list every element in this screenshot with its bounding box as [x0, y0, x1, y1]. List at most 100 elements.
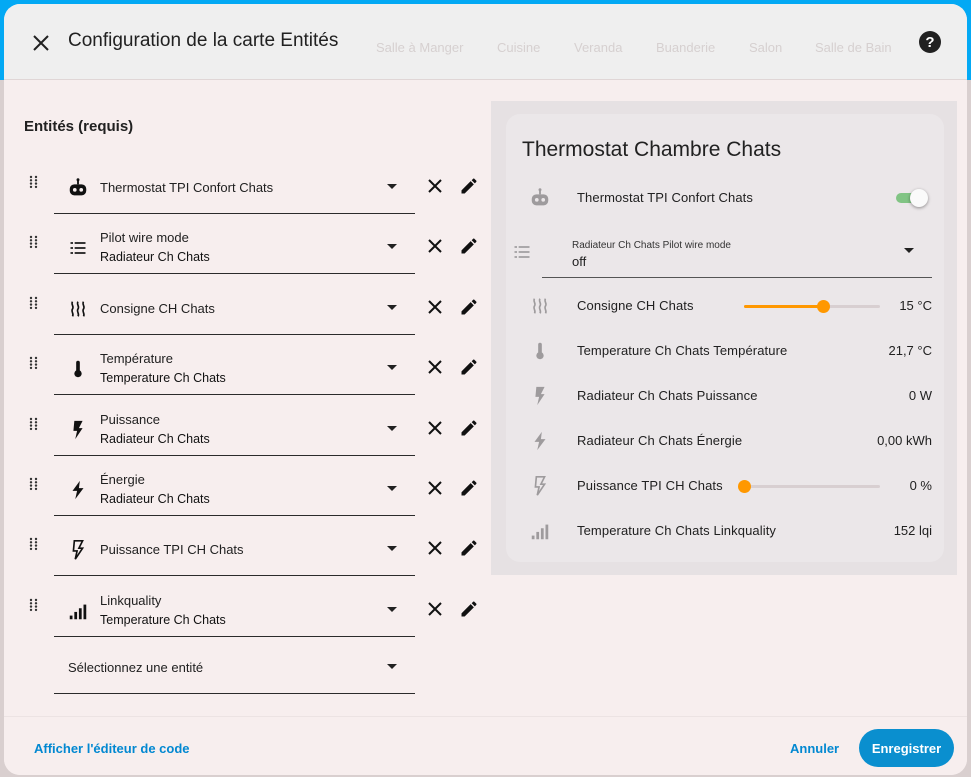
drag-handle-icon[interactable]	[28, 356, 40, 370]
entity-row: Puissance TPI CH Chats	[24, 524, 477, 584]
heat-wave-icon	[528, 294, 552, 318]
help-button[interactable]: ?	[919, 31, 941, 53]
toggle-knob	[910, 189, 928, 207]
drag-handle-icon[interactable]	[28, 175, 40, 189]
chevron-down-icon	[387, 664, 397, 669]
drag-handle-icon[interactable]	[28, 598, 40, 612]
close-icon	[428, 239, 442, 254]
entity-row: Pilot wire mode Radiateur Ch Chats	[24, 222, 477, 282]
chevron-down-icon	[387, 486, 397, 491]
close-button[interactable]	[28, 30, 54, 56]
drag-handle-icon[interactable]	[28, 477, 40, 491]
robot-icon	[528, 186, 552, 210]
cancel-button[interactable]: Annuler	[790, 741, 839, 756]
pencil-icon	[461, 601, 477, 617]
edit-entity-button[interactable]	[457, 174, 481, 198]
edit-entity-button[interactable]	[457, 234, 481, 258]
thermostat-toggle[interactable]	[894, 188, 928, 208]
preview-row-tpi: Puissance TPI CH Chats 0 %	[522, 466, 932, 506]
entity-picker[interactable]: Pilot wire mode Radiateur Ch Chats	[54, 222, 415, 275]
entity-name: Énergie	[100, 472, 145, 487]
chevron-down-icon	[387, 244, 397, 250]
save-button[interactable]: Enregistrer	[859, 729, 954, 767]
dialog-title: Configuration de la carte Entités	[68, 30, 339, 51]
signal-icon	[66, 599, 90, 623]
edit-entity-button[interactable]	[457, 536, 481, 560]
chevron-down-icon	[387, 606, 397, 612]
preview-row-energie: Radiateur Ch Chats Énergie 0,00 kWh	[522, 421, 932, 461]
entity-row: Consigne CH Chats	[24, 283, 477, 343]
bg-tab: Salon	[749, 40, 783, 55]
drag-handle-icon[interactable]	[28, 235, 40, 249]
remove-entity-button[interactable]	[423, 416, 447, 440]
edit-entity-button[interactable]	[457, 355, 481, 379]
entity-picker[interactable]: Linkquality Temperature Ch Chats	[54, 585, 415, 637]
pilot-wire-select[interactable]: Radiateur Ch Chats Pilot wire mode off	[514, 228, 932, 278]
heat-wave-icon	[66, 297, 90, 321]
pencil-icon	[461, 359, 477, 375]
select-entity-picker[interactable]: Sélectionnez une entité	[54, 642, 415, 694]
preview-row-value: 0,00 kWh	[877, 433, 932, 448]
close-icon	[428, 481, 442, 495]
edit-entity-button[interactable]	[457, 295, 481, 319]
select-label: Radiateur Ch Chats Pilot wire mode	[572, 240, 731, 251]
remove-entity-button[interactable]	[423, 597, 447, 621]
preview-row-value: 0 %	[909, 478, 932, 493]
pencil-icon	[461, 178, 477, 194]
pencil-icon	[461, 420, 477, 436]
flash-icon	[528, 384, 552, 408]
entity-picker[interactable]: Consigne CH Chats	[54, 283, 415, 335]
preview-row-value: 152 lqi	[893, 523, 932, 538]
lightning-icon	[66, 478, 90, 502]
close-icon	[428, 420, 442, 435]
edit-entity-button[interactable]	[457, 416, 481, 440]
preview-row-name: Thermostat TPI Confort Chats	[577, 190, 753, 205]
close-icon	[428, 541, 442, 556]
drag-handle-icon[interactable]	[28, 417, 40, 431]
remove-entity-button[interactable]	[423, 234, 447, 258]
entity-device: Radiateur Ch Chats	[100, 431, 210, 446]
tpi-slider[interactable]	[738, 480, 880, 493]
lightning-icon	[528, 429, 552, 453]
section-title: Entités (requis)	[24, 118, 134, 135]
remove-entity-button[interactable]	[423, 174, 447, 198]
bg-tab: Veranda	[574, 40, 623, 55]
preview-row-value: 21,7 °C	[888, 343, 932, 358]
edit-entity-button[interactable]	[457, 476, 481, 500]
entity-picker[interactable]: Puissance TPI CH Chats	[54, 524, 415, 577]
remove-entity-button[interactable]	[423, 295, 447, 319]
remove-entity-button[interactable]	[423, 355, 447, 379]
close-icon	[33, 35, 49, 51]
consigne-slider[interactable]	[744, 300, 880, 313]
entity-row: Thermostat TPI Confort Chats	[24, 162, 477, 222]
chevron-down-icon	[387, 304, 397, 310]
entity-picker[interactable]: Température Temperature Ch Chats	[54, 343, 415, 396]
edit-entity-button[interactable]	[457, 597, 481, 621]
signal-icon	[528, 519, 552, 543]
entity-picker[interactable]: Thermostat TPI Confort Chats	[54, 162, 415, 214]
entity-name: Consigne CH Chats	[100, 300, 215, 316]
close-icon	[428, 300, 442, 314]
thermometer-icon	[66, 357, 90, 381]
drag-handle-icon[interactable]	[28, 296, 40, 310]
slider-thumb[interactable]	[738, 480, 751, 493]
entity-picker[interactable]: Énergie Radiateur Ch Chats	[54, 464, 415, 516]
remove-entity-button[interactable]	[423, 536, 447, 560]
entity-device: Radiateur Ch Chats	[100, 250, 210, 265]
entity-device: Temperature Ch Chats	[100, 612, 226, 627]
preview-row-value: 15 °C	[899, 298, 932, 313]
show-code-editor-button[interactable]: Afficher l'éditeur de code	[34, 741, 190, 756]
drag-handle-icon[interactable]	[28, 537, 40, 551]
entity-device: Radiateur Ch Chats	[100, 492, 210, 506]
entity-row: Linkquality Temperature Ch Chats	[24, 585, 477, 645]
entity-picker[interactable]: Puissance Radiateur Ch Chats	[54, 404, 415, 456]
robot-icon	[66, 176, 90, 200]
pencil-icon	[461, 299, 477, 315]
slider-thumb[interactable]	[816, 300, 830, 313]
preview-row-name: Temperature Ch Chats Température	[577, 343, 788, 358]
card-config-dialog: Salle à Manger Cuisine Veranda Buanderie…	[4, 4, 967, 775]
entity-row: Puissance Radiateur Ch Chats	[24, 404, 477, 464]
preview-row-value: 0 W	[908, 388, 932, 403]
remove-entity-button[interactable]	[423, 476, 447, 500]
preview-row-linkquality: Temperature Ch Chats Linkquality 152 lqi	[522, 511, 932, 551]
